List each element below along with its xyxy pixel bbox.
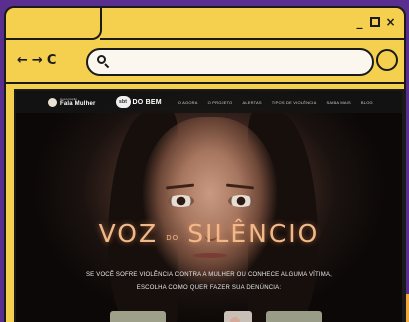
back-arrow-icon[interactable]: ← [17,53,28,68]
title-do: DO [166,233,180,242]
site-menu: O AGORA O PROJETO ALERTAS TIPOS DE VIOLÊ… [178,100,373,105]
title-voz: VOZ [98,219,159,248]
browser-navbar: ← → C [6,40,404,84]
browser-window: _ × ← → C Associação Fala Mulher sbt DO … [4,6,406,322]
hero-title: VOZ DO SILÊNCIO [16,219,402,248]
hero-text: SE VOCÊ SOFRE VIOLÊNCIA CONTRA A MULHER … [16,269,402,295]
browser-tab[interactable] [6,8,102,40]
menu-item-agora[interactable]: O AGORA [178,100,198,105]
report-option-card[interactable] [110,311,166,322]
maximize-icon[interactable] [370,17,380,27]
desktop: _ × ← → C Associação Fala Mulher sbt DO … [0,0,409,322]
sbt-do-bem-logo[interactable]: sbt DO BEM [115,96,162,108]
menu-item-saiba-mais[interactable]: SAIBA MAIS [326,100,350,105]
menu-item-projeto[interactable]: O PROJETO [208,100,233,105]
search-icon [97,55,110,69]
menu-circle-button[interactable] [376,49,398,71]
window-controls: _ × [354,16,396,28]
menu-item-tipos[interactable]: TIPOS DE VIOLÊNCIA [272,100,317,105]
nav-buttons: ← → C [17,53,56,68]
sbt-logo-icon: sbt [115,96,131,108]
woman-face-image [142,117,278,287]
menu-item-blog[interactable]: BLOG [361,100,373,105]
brand1-big-text: Fala Mulher [60,100,96,107]
hero-line-1: SE VOCÊ SOFRE VIOLÊNCIA CONTRA A MULHER … [85,272,333,278]
brand2-text: DO BEM [132,98,162,106]
page-viewport: Associação Fala Mulher sbt DO BEM O AGOR… [14,89,404,322]
forward-arrow-icon[interactable]: → [32,53,43,68]
avatar [230,317,240,322]
title-silencio: SILÊNCIO [187,219,320,248]
reload-icon[interactable]: C [47,53,57,68]
fala-mulher-mark-icon [48,97,57,107]
close-icon[interactable]: × [385,16,396,28]
minimize-icon[interactable]: _ [354,16,365,28]
report-option-card[interactable] [266,311,322,322]
site-header: Associação Fala Mulher sbt DO BEM O AGOR… [16,91,402,113]
menu-item-alertas[interactable]: ALERTAS [242,100,261,105]
report-option-card[interactable] [224,311,252,322]
right-eye [228,195,254,207]
left-eye [168,195,194,207]
hero-line-2: ESCOLHA COMO QUER FAZER SUA DENÚNCIA: [136,285,282,291]
fala-mulher-logo[interactable]: Associação Fala Mulher [48,97,96,107]
mouth [193,253,227,258]
address-bar[interactable] [86,48,374,76]
